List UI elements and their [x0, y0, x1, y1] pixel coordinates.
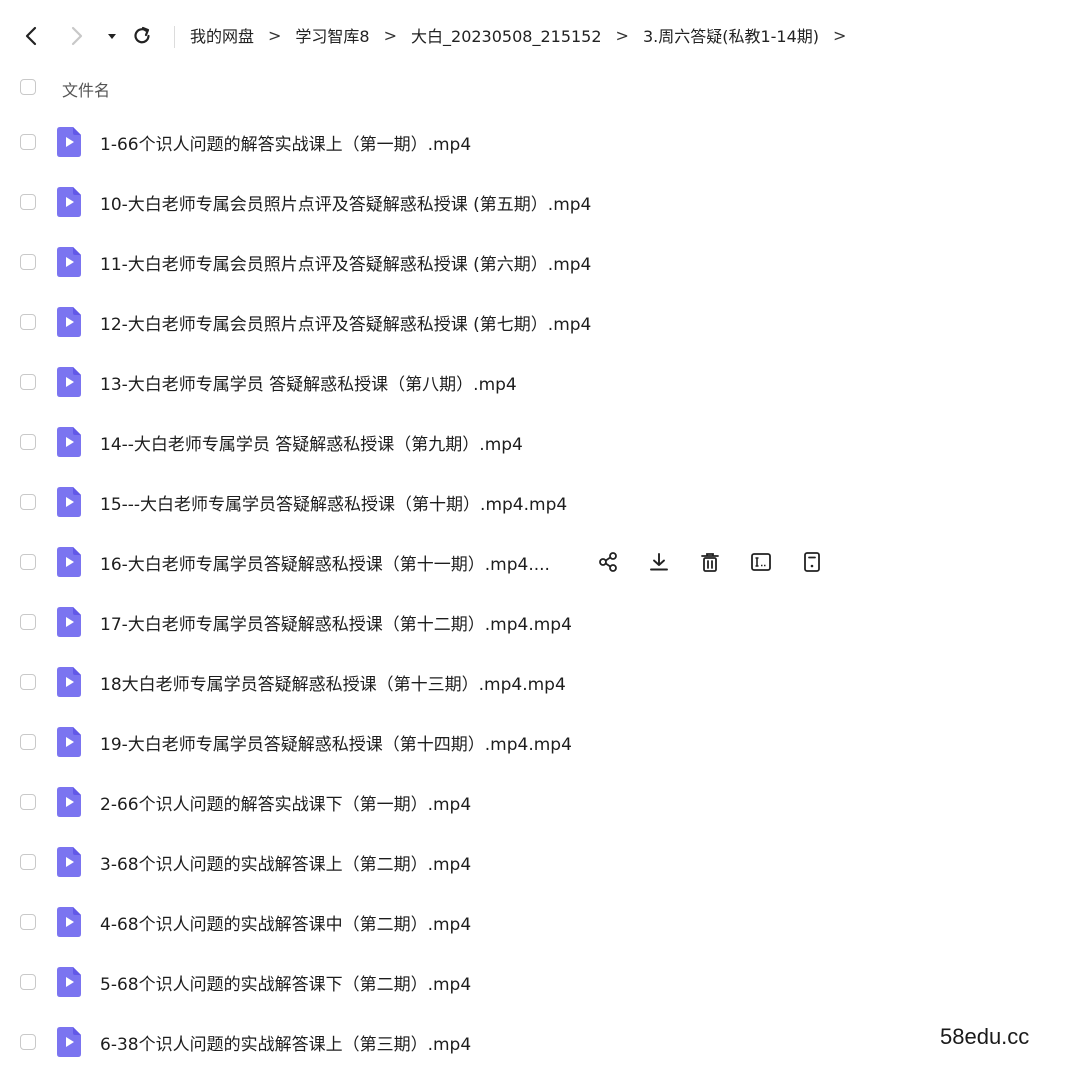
file-name[interactable]: 19-大白老师专属学员答疑解惑私授课（第十四期）.mp4.mp4 — [100, 730, 572, 755]
more-button[interactable] — [800, 550, 824, 574]
file-row[interactable]: 6-38个识人问题的实战解答课上（第三期）.mp4 — [0, 1012, 1065, 1072]
file-name[interactable]: 4-68个识人问题的实战解答课中（第二期）.mp4 — [100, 910, 471, 935]
video-file-icon — [57, 547, 81, 577]
file-name[interactable]: 6-38个识人问题的实战解答课上（第三期）.mp4 — [100, 1030, 471, 1055]
file-name[interactable]: 11-大白老师专属会员照片点评及答疑解惑私授课 (第六期）.mp4 — [100, 250, 591, 275]
file-row[interactable]: 18大白老师专属学员答疑解惑私授课（第十三期）.mp4.mp4 — [0, 652, 1065, 712]
file-row[interactable]: 17-大白老师专属学员答疑解惑私授课（第十二期）.mp4.mp4 — [0, 592, 1065, 652]
video-file-icon — [57, 127, 81, 157]
forward-button[interactable] — [64, 24, 88, 48]
toolbar-divider — [174, 26, 175, 48]
row-checkbox[interactable] — [20, 554, 36, 570]
video-file-icon — [57, 667, 81, 697]
file-name[interactable]: 2-66个识人问题的解答实战课下（第一期）.mp4 — [100, 790, 471, 815]
file-row[interactable]: 19-大白老师专属学员答疑解惑私授课（第十四期）.mp4.mp4 — [0, 712, 1065, 772]
chevron-right-icon — [71, 26, 83, 46]
file-row[interactable]: 5-68个识人问题的实战解答课下（第二期）.mp4 — [0, 952, 1065, 1012]
file-name[interactable]: 1-66个识人问题的解答实战课上（第一期）.mp4 — [100, 130, 471, 155]
video-file-icon — [57, 727, 81, 757]
breadcrumb-separator: > — [615, 25, 629, 45]
breadcrumb-expand[interactable]: > — [833, 26, 846, 45]
row-checkbox[interactable] — [20, 794, 36, 810]
watermark: 58edu.cc — [940, 1024, 1030, 1049]
breadcrumb-item-my-drive[interactable]: 我的网盘 — [190, 23, 254, 47]
row-checkbox[interactable] — [20, 434, 36, 450]
refresh-button[interactable] — [130, 24, 154, 48]
list-header: 文件名 — [0, 68, 1065, 108]
row-checkbox[interactable] — [20, 494, 36, 510]
caret-down-icon — [108, 34, 116, 39]
breadcrumb-item-library[interactable]: 学习智库8 — [295, 23, 369, 47]
video-file-icon — [57, 1027, 81, 1057]
delete-button[interactable] — [698, 550, 722, 574]
row-checkbox[interactable] — [20, 974, 36, 990]
row-checkbox[interactable] — [20, 374, 36, 390]
download-button[interactable] — [647, 550, 671, 574]
delete-icon — [699, 551, 721, 573]
breadcrumb-item-current-folder[interactable]: 3.周六答疑(私教1-14期) — [643, 23, 819, 47]
video-file-icon — [57, 967, 81, 997]
history-dropdown-button[interactable] — [100, 24, 124, 48]
file-row[interactable]: 3-68个识人问题的实战解答课上（第二期）.mp4 — [0, 832, 1065, 892]
row-checkbox[interactable] — [20, 134, 36, 150]
select-all-checkbox[interactable] — [20, 79, 36, 95]
row-checkbox[interactable] — [20, 194, 36, 210]
video-file-icon — [57, 367, 81, 397]
breadcrumb: 我的网盘 > 学习智库8 > 大白_20230508_215152 > 3.周六… — [190, 23, 860, 47]
row-checkbox[interactable] — [20, 674, 36, 690]
rename-button[interactable] — [749, 550, 773, 574]
row-checkbox[interactable] — [20, 314, 36, 330]
video-file-icon — [57, 787, 81, 817]
file-row[interactable]: 13-大白老师专属学员 答疑解惑私授课（第八期）.mp4 — [0, 352, 1065, 412]
refresh-icon — [134, 26, 150, 44]
share-icon — [597, 551, 619, 573]
video-file-icon — [57, 847, 81, 877]
video-file-icon — [57, 307, 81, 337]
back-button[interactable] — [20, 24, 44, 48]
chevron-left-icon — [25, 26, 37, 46]
file-name[interactable]: 18大白老师专属学员答疑解惑私授课（第十三期）.mp4.mp4 — [100, 670, 566, 695]
file-name[interactable]: 14--大白老师专属学员 答疑解惑私授课（第九期）.mp4 — [100, 430, 523, 455]
file-row[interactable]: 15---大白老师专属学员答疑解惑私授课（第十期）.mp4.mp4 — [0, 472, 1065, 532]
share-button[interactable] — [596, 550, 620, 574]
video-file-icon — [57, 487, 81, 517]
video-file-icon — [57, 247, 81, 277]
toolbar: 我的网盘 > 学习智库8 > 大白_20230508_215152 > 3.周六… — [0, 14, 1065, 58]
file-row[interactable]: 16-大白老师专属学员答疑解惑私授课（第十一期）.mp4.... — [0, 532, 1065, 592]
video-file-icon — [57, 187, 81, 217]
column-header-filename[interactable]: 文件名 — [62, 77, 110, 101]
file-row[interactable]: 12-大白老师专属会员照片点评及答疑解惑私授课 (第七期）.mp4 — [0, 292, 1065, 352]
breadcrumb-separator: > — [383, 25, 398, 45]
file-row[interactable]: 14--大白老师专属学员 答疑解惑私授课（第九期）.mp4 — [0, 412, 1065, 472]
video-file-icon — [57, 907, 81, 937]
file-name[interactable]: 16-大白老师专属学员答疑解惑私授课（第十一期）.mp4.... — [100, 550, 550, 575]
row-checkbox[interactable] — [20, 914, 36, 930]
file-row[interactable]: 1-66个识人问题的解答实战课上（第一期）.mp4 — [0, 112, 1065, 172]
file-name[interactable]: 12-大白老师专属会员照片点评及答疑解惑私授课 (第七期）.mp4 — [100, 310, 591, 335]
file-name[interactable]: 13-大白老师专属学员 答疑解惑私授课（第八期）.mp4 — [100, 370, 517, 395]
row-checkbox[interactable] — [20, 734, 36, 750]
file-row[interactable]: 2-66个识人问题的解答实战课下（第一期）.mp4 — [0, 772, 1065, 832]
row-checkbox[interactable] — [20, 254, 36, 270]
row-checkbox[interactable] — [20, 1034, 36, 1050]
row-checkbox[interactable] — [20, 614, 36, 630]
file-row[interactable]: 4-68个识人问题的实战解答课中（第二期）.mp4 — [0, 892, 1065, 952]
file-name[interactable]: 10-大白老师专属会员照片点评及答疑解惑私授课 (第五期）.mp4 — [100, 190, 591, 215]
download-icon — [648, 551, 670, 573]
file-name[interactable]: 17-大白老师专属学员答疑解惑私授课（第十二期）.mp4.mp4 — [100, 610, 572, 635]
video-file-icon — [57, 427, 81, 457]
video-file-icon — [57, 607, 81, 637]
file-name[interactable]: 3-68个识人问题的实战解答课上（第二期）.mp4 — [100, 850, 471, 875]
file-row[interactable]: 10-大白老师专属会员照片点评及答疑解惑私授课 (第五期）.mp4 — [0, 172, 1065, 232]
more-icon — [801, 551, 823, 573]
file-row[interactable]: 11-大白老师专属会员照片点评及答疑解惑私授课 (第六期）.mp4 — [0, 232, 1065, 292]
row-checkbox[interactable] — [20, 854, 36, 870]
file-name[interactable]: 5-68个识人问题的实战解答课下（第二期）.mp4 — [100, 970, 471, 995]
rename-icon — [750, 551, 772, 573]
file-name[interactable]: 15---大白老师专属学员答疑解惑私授课（第十期）.mp4.mp4 — [100, 490, 567, 515]
breadcrumb-separator: > — [268, 25, 282, 45]
breadcrumb-item-dabai-folder[interactable]: 大白_20230508_215152 — [411, 23, 602, 47]
